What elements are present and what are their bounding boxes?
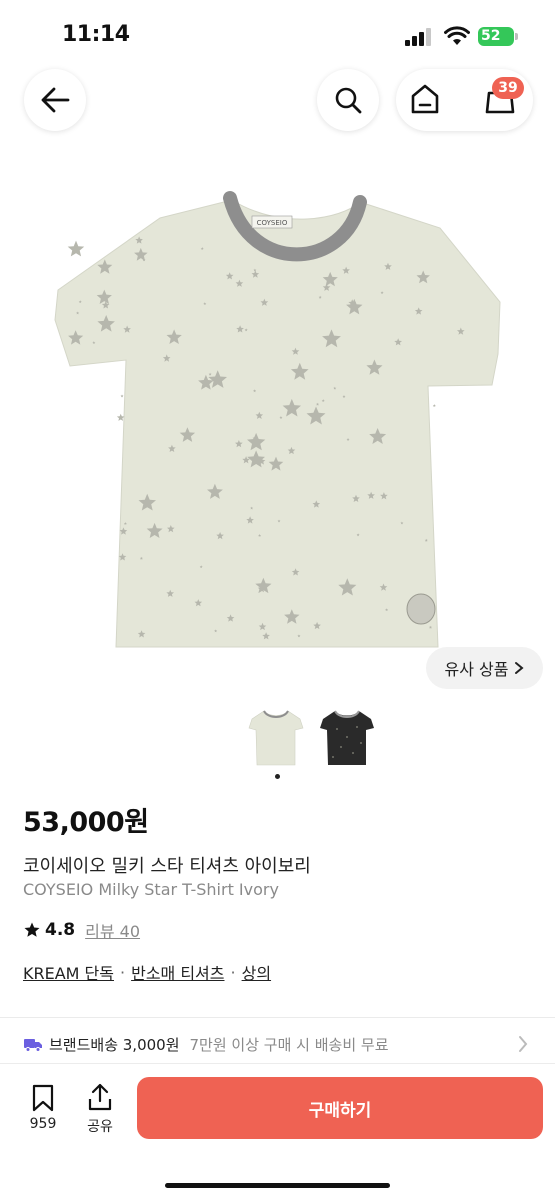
svg-text:COYSEIO: COYSEIO [257, 219, 288, 227]
similar-products-label: 유사 상품 [444, 660, 509, 679]
status-time: 11:14 [62, 22, 130, 47]
search-icon [335, 87, 362, 114]
back-arrow-icon [41, 87, 70, 113]
rating-row: 4.8 리뷰 40 [23, 918, 140, 942]
buy-button-label: 구매하기 [308, 1100, 372, 1121]
shipping-label: 브랜드배송 3,000원 [49, 1036, 180, 1054]
thumbnail-ivory[interactable] [246, 703, 306, 769]
rating-value: 4.8 [45, 920, 76, 940]
tag-kream-exclusive[interactable]: KREAM 단독 [23, 960, 114, 984]
home-indicator [165, 1183, 390, 1188]
tag-short-sleeve[interactable]: 반소매 티셔츠 [131, 960, 224, 984]
truck-icon [24, 1038, 42, 1052]
wifi-icon [444, 26, 470, 50]
shirt-star-pattern [116, 413, 125, 421]
carousel-indicator [275, 774, 280, 779]
tag-top[interactable]: 상의 [242, 960, 271, 984]
bookmark-icon [32, 1084, 54, 1112]
share-icon [88, 1083, 112, 1111]
bottom-bar-divider [0, 1063, 555, 1064]
buy-button[interactable]: 구매하기 [137, 1077, 543, 1139]
battery-icon: 52 [478, 27, 518, 46]
tag-separator: · [230, 962, 236, 982]
product-name-korean: 코이세이오 밀키 스타 티셔츠 아이보리 [23, 856, 311, 877]
share-button[interactable]: 공유 [75, 1082, 125, 1138]
divider [0, 1017, 555, 1018]
tag-separator: · [120, 962, 126, 982]
star-icon [24, 922, 40, 937]
shirt-star-pattern [67, 240, 85, 257]
bookmark-count: 959 [29, 1116, 57, 1132]
similar-products-button[interactable]: 유사 상품 [426, 647, 543, 689]
search-button[interactable] [317, 69, 379, 131]
shipping-chevron-icon [518, 1035, 528, 1058]
tag-row: KREAM 단독 · 반소매 티셔츠 · 상의 [23, 960, 271, 984]
bookmark-button[interactable]: 959 [18, 1084, 68, 1138]
thumbnail-black[interactable] [317, 703, 377, 769]
shipping-condition: 7만원 이상 구매 시 배송비 무료 [189, 1036, 389, 1054]
shipping-row[interactable]: 브랜드배송 3,000원 7만원 이상 구매 시 배송비 무료 [23, 1034, 389, 1055]
battery-level: 52 [481, 28, 501, 44]
share-label: 공유 [87, 1119, 113, 1135]
cart-count-badge: 39 [492, 77, 524, 99]
back-button[interactable] [24, 69, 86, 131]
home-icon [411, 84, 439, 114]
shirt-star-pattern [120, 394, 124, 398]
product-name-english: COYSEIO Milky Star T-Shirt Ivory [23, 880, 279, 899]
signal-icon [405, 28, 433, 50]
product-price: 53,000원 [23, 807, 149, 838]
shirt-star-pattern [432, 404, 436, 407]
home-button[interactable] [408, 82, 448, 118]
product-image[interactable]: COYSEIO [0, 130, 555, 690]
chevron-right-icon [515, 662, 525, 674]
review-link[interactable]: 리뷰 40 [85, 918, 140, 942]
